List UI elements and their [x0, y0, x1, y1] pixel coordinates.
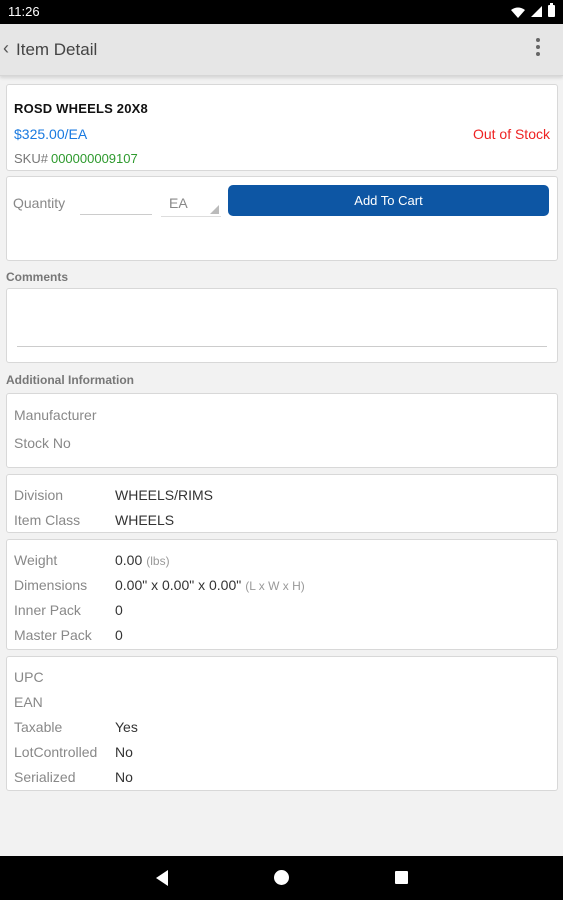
chevron-left-icon[interactable]: ‹ [3, 38, 9, 59]
sku-label: SKU# [14, 151, 48, 166]
info-label: Stock No [14, 435, 71, 451]
dropdown-caret-icon [210, 205, 219, 214]
info-label: Item Class [14, 512, 81, 528]
info-value: 0 [115, 602, 123, 618]
info-label: Division [14, 487, 64, 503]
info-value: 0 [115, 627, 123, 643]
product-name: ROSD WHEELS 20X8 [14, 101, 148, 116]
info-label: Master Pack [14, 627, 92, 643]
info-label: Taxable [14, 719, 63, 735]
app-bar: ‹ Item Detail [0, 24, 563, 76]
info-group-dimensions: Weight 0.00 (lbs) Dimensions 0.00" x 0.00… [6, 539, 558, 650]
sku-value: 000000009107 [50, 151, 138, 166]
uom-value: EA [169, 195, 188, 211]
info-label: LotControlled [14, 744, 98, 760]
system-nav-bar [0, 856, 563, 900]
info-label: Serialized [14, 769, 76, 785]
info-label: EAN [14, 694, 43, 710]
info-value: No [115, 744, 133, 760]
info-label: Dimensions [14, 577, 88, 593]
info-label: Manufacturer [14, 407, 97, 423]
more-vertical-icon[interactable] [535, 38, 541, 60]
info-value: WHEELS [115, 512, 175, 528]
info-label: Inner Pack [14, 602, 81, 618]
info-value: Yes [115, 719, 138, 735]
quantity-input[interactable] [80, 191, 152, 215]
comments-input[interactable] [17, 299, 547, 347]
info-label: UPC [14, 669, 44, 685]
info-group-classification: Division WHEELS/RIMS Item Class WHEELS [6, 474, 558, 533]
info-label: Weight [14, 552, 58, 568]
status-bar: 11:26 [0, 0, 563, 24]
signal-icon [531, 5, 542, 17]
uom-select[interactable]: EA [161, 191, 221, 217]
wifi-icon [511, 6, 525, 18]
page-title: Item Detail [16, 40, 98, 59]
triangle-back-icon[interactable] [156, 870, 168, 886]
info-group-manufacturer: Manufacturer Stock No [6, 393, 558, 468]
comments-card [6, 288, 558, 363]
stock-status: Out of Stock [472, 126, 550, 142]
status-time: 11:26 [8, 4, 40, 19]
product-card: ROSD WHEELS 20X8 $325.00/EA Out of Stock… [6, 84, 558, 171]
circle-home-icon[interactable] [274, 870, 289, 885]
info-value: 0.00 [115, 552, 143, 568]
comments-label: Comments [6, 270, 69, 284]
additional-info-label: Additional Information [6, 373, 134, 387]
info-unit: (L x W x H) [245, 579, 305, 593]
square-recent-icon[interactable] [395, 871, 408, 884]
add-to-cart-button[interactable]: Add To Cart [228, 185, 549, 216]
info-value-line: 0.00" x 0.00" x 0.00" (L x W x H) [115, 577, 305, 593]
info-value-line: 0.00 (lbs) [115, 552, 170, 568]
sku-line: SKU# 000000009107 [14, 151, 138, 166]
info-group-flags: UPC EAN Taxable Yes LotControlled No Ser… [6, 656, 558, 791]
status-icons [511, 3, 555, 18]
quantity-label: Quantity [13, 195, 66, 211]
battery-icon [548, 3, 555, 17]
info-value: WHEELS/RIMS [115, 487, 214, 503]
info-unit: (lbs) [146, 554, 170, 568]
info-value: 0.00" x 0.00" x 0.00" [115, 577, 242, 593]
product-price: $325.00/EA [14, 126, 88, 142]
info-value: No [115, 769, 133, 785]
order-card: Quantity EA Add To Cart [6, 176, 558, 261]
